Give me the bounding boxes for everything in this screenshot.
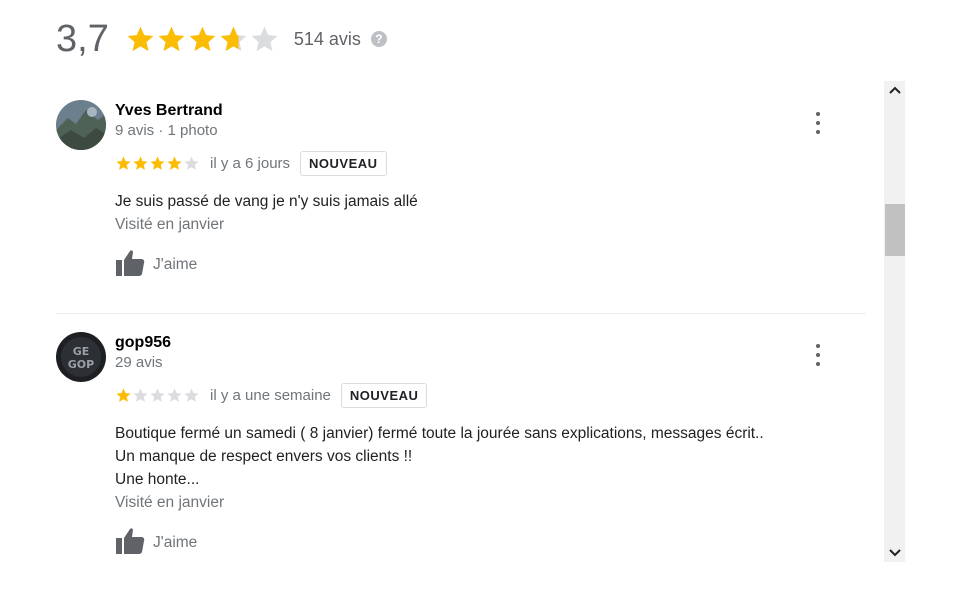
review-date: il y a une semaine: [210, 386, 331, 404]
thumbs-up-icon: [115, 249, 145, 282]
star-icon: [251, 26, 278, 51]
star-icon: [184, 155, 199, 170]
like-label: J'aime: [153, 256, 198, 273]
like-button[interactable]: J'aime: [115, 527, 866, 560]
review-stars: [115, 387, 200, 404]
review-author-meta[interactable]: 9 avis · 1 photo: [115, 120, 866, 142]
svg-text:GE: GE: [73, 345, 90, 358]
svg-text:GOP: GOP: [68, 358, 94, 371]
like-label: J'aime: [153, 534, 198, 551]
review-author-meta[interactable]: 29 avis: [115, 352, 866, 374]
new-badge: NOUVEAU: [300, 150, 387, 176]
star-icon: [189, 26, 216, 51]
review-text: Boutique fermé un samedi ( 8 janvier) fe…: [115, 422, 866, 491]
review-visited: Visité en janvier: [115, 216, 225, 233]
avatar[interactable]: [56, 100, 106, 150]
review-text-line: Boutique fermé un samedi ( 8 janvier) fe…: [115, 425, 764, 442]
chevron-up-icon[interactable]: [884, 81, 905, 99]
star-icon: [116, 387, 131, 402]
star-icon: [150, 155, 165, 170]
chevron-down-icon[interactable]: [884, 544, 905, 562]
star-icon: [150, 387, 165, 402]
star-icon: [116, 155, 131, 170]
rating-summary: 3,7 514 avis ?: [56, 14, 387, 64]
star-icon: [127, 26, 154, 51]
star-icon: [133, 387, 148, 402]
more-options-icon[interactable]: [814, 112, 822, 134]
review-author[interactable]: Yves Bertrand: [115, 102, 866, 120]
review-text-line: Un manque de respect envers vos clients …: [115, 448, 413, 465]
avatar[interactable]: GE GOP: [56, 332, 106, 382]
star-icon: [167, 387, 182, 402]
like-button[interactable]: J'aime: [115, 249, 866, 282]
review-stars: [115, 155, 200, 172]
star-icon: [133, 155, 148, 170]
average-stars: [125, 24, 280, 55]
review-visited: Visité en janvier: [115, 494, 225, 511]
review-text-line: Je suis passé de vang je n'y suis jamais…: [115, 193, 418, 210]
more-options-icon[interactable]: [814, 344, 822, 366]
new-badge: NOUVEAU: [340, 382, 428, 408]
star-icon: [220, 26, 247, 51]
review-item: Yves Bertrand 9 avis · 1 photo il y a 6 …: [56, 82, 866, 313]
review-count[interactable]: 514 avis: [294, 29, 361, 50]
review-item: GE GOP gop956 29 avis il y a une semaine…: [56, 313, 866, 562]
scrollbar[interactable]: [884, 81, 905, 562]
average-score: 3,7: [56, 17, 109, 60]
review-author[interactable]: gop956: [115, 334, 866, 352]
scrollbar-thumb[interactable]: [885, 204, 905, 256]
review-text: Je suis passé de vang je n'y suis jamais…: [115, 190, 866, 213]
thumbs-up-icon: [115, 527, 145, 560]
help-icon[interactable]: ?: [370, 31, 387, 47]
reviews-list: Yves Bertrand 9 avis · 1 photo il y a 6 …: [56, 82, 866, 562]
star-icon: [158, 26, 185, 51]
star-icon: [167, 155, 182, 170]
star-icon: [184, 387, 199, 402]
review-date: il y a 6 jours: [210, 154, 291, 172]
review-text-line: Une honte...: [115, 471, 200, 488]
